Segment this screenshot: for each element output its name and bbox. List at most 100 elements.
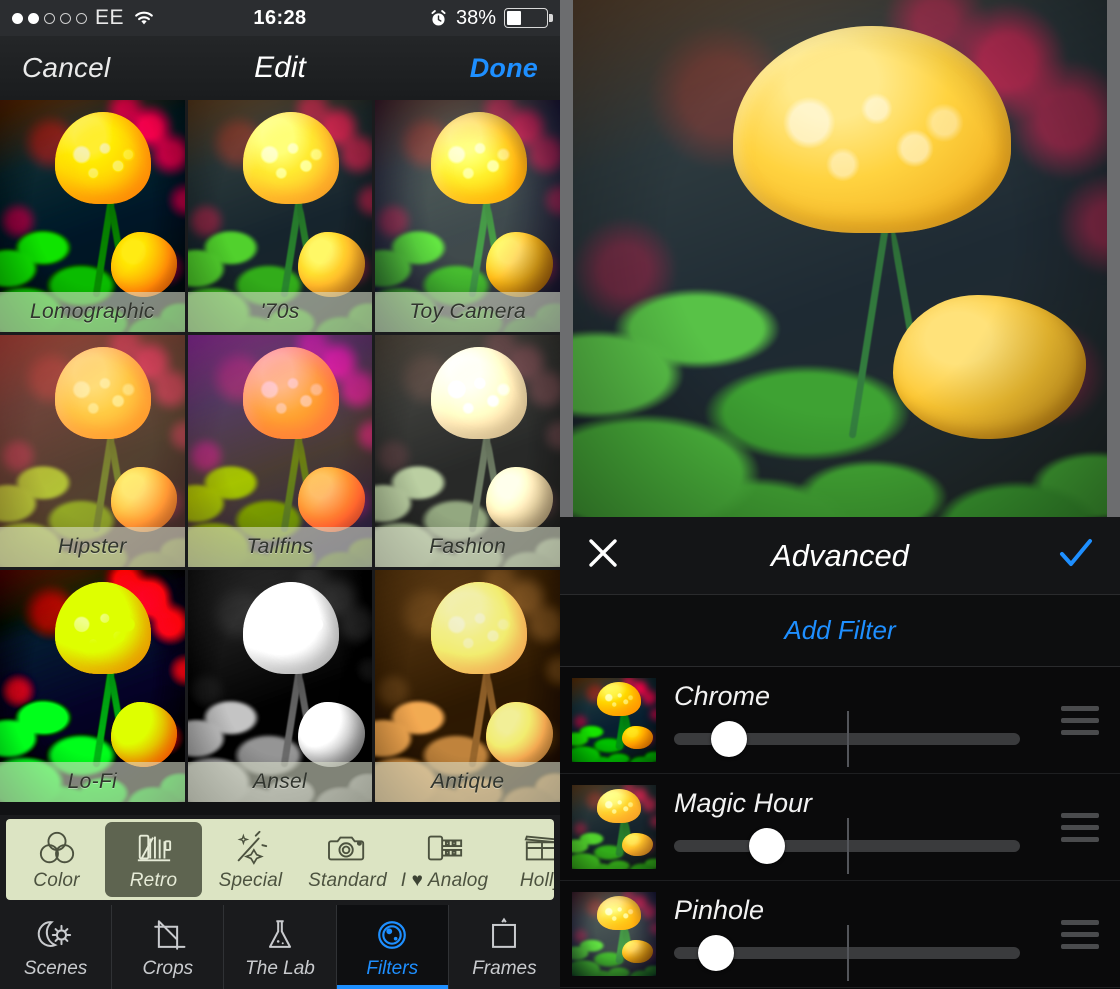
filter-thumbnail-label: Fashion: [375, 527, 560, 567]
cancel-button[interactable]: Cancel: [22, 52, 110, 84]
filter-thumbnail-label: Tailfins: [187, 527, 373, 567]
applied-filter-thumbnail[interactable]: [572, 785, 656, 869]
film-roll-icon: [423, 827, 467, 867]
filter-category-label: Standard: [308, 870, 387, 891]
tab-label: Scenes: [23, 957, 88, 979]
filter-thumbnail[interactable]: Fashion: [375, 335, 560, 567]
filter-category-label: I ♥ Analog: [400, 870, 489, 891]
photo-preview[interactable]: [560, 0, 1120, 517]
filter-category-retro[interactable]: Retro: [105, 822, 202, 897]
left-screen: EE 16:28 38% Cancel Edit Done Lomographi…: [0, 0, 560, 989]
slider-center-tick: [847, 818, 849, 874]
tab-label: Crops: [142, 957, 194, 979]
filter-thumbnail[interactable]: Tailfins: [187, 335, 373, 567]
applied-filter-thumbnail[interactable]: [572, 892, 656, 976]
filter-category-holly[interactable]: Holly: [493, 822, 554, 897]
tab-frames[interactable]: Frames: [449, 905, 560, 989]
filter-thumbnail[interactable]: Toy Camera: [375, 100, 560, 332]
applied-filter-label: Chrome: [674, 681, 771, 711]
filter-thumbnail-label: Ansel: [187, 762, 373, 802]
filter-thumbnail[interactable]: Hipster: [0, 335, 185, 567]
lens-icon: [371, 915, 413, 955]
filter-intensity-slider[interactable]: [674, 818, 1020, 874]
filter-thumbnail-label: Hipster: [0, 527, 185, 567]
edit-nav-bar: Cancel Edit Done: [0, 36, 560, 100]
applied-filter-body: Magic Hour: [656, 774, 1050, 880]
filter-category-color[interactable]: Color: [8, 822, 105, 897]
applied-filter-label: Pinhole: [674, 895, 765, 925]
slider-knob[interactable]: [749, 828, 786, 864]
filter-thumbnail-label: '70s: [187, 292, 373, 332]
filter-category-strip-container: Color Retro Special Standard I ♥ Analog Holly: [0, 815, 560, 905]
filter-thumbnail-label: Lomographic: [0, 292, 185, 332]
filter-intensity-slider[interactable]: [674, 925, 1020, 981]
advanced-panel-header: Advanced: [560, 517, 1120, 595]
filter-thumbnail[interactable]: Ansel: [187, 570, 373, 802]
applied-filter-label: Magic Hour: [674, 788, 813, 818]
magic-wand-icon: [230, 827, 272, 867]
applied-filter-row[interactable]: Chrome: [560, 667, 1120, 774]
filter-category-strip[interactable]: Color Retro Special Standard I ♥ Analog Holly: [6, 819, 554, 900]
applied-filter-row[interactable]: Magic Hour: [560, 774, 1120, 881]
filter-category-i-analog[interactable]: I ♥ Analog: [396, 822, 493, 897]
slider-knob[interactable]: [697, 935, 734, 971]
slider-center-tick: [847, 711, 849, 767]
applied-filter-row[interactable]: Pinhole: [560, 881, 1120, 988]
filter-category-standard[interactable]: Standard: [299, 822, 396, 897]
filter-grid: Lomographic '70s Toy Camera Hipster Tailfins…: [0, 100, 560, 802]
color-circles-icon: [36, 827, 78, 867]
filter-thumbnail-label: Antique: [375, 762, 560, 802]
add-filter-button[interactable]: Add Filter: [560, 595, 1120, 667]
flask-icon: [259, 915, 301, 955]
crop-icon: [147, 915, 189, 955]
advanced-panel-title: Advanced: [771, 537, 909, 573]
filter-thumbnail[interactable]: Lo-Fi: [0, 570, 185, 802]
applied-filter-body: Pinhole: [656, 881, 1050, 987]
status-bar-clock: 16:28: [253, 6, 307, 29]
moon-sun-icon: [35, 915, 77, 955]
applied-filters-list: Chrome Magic Hour Pinhole: [560, 667, 1120, 988]
filter-preview-photo: [572, 892, 656, 976]
reorder-handle-icon[interactable]: [1050, 705, 1110, 735]
applied-filter-body: Chrome: [656, 667, 1050, 773]
filter-category-label: Color: [33, 870, 80, 891]
camera-icon: [326, 827, 370, 867]
filter-preview-photo: [572, 678, 656, 762]
filter-category-label: Holly: [519, 870, 554, 891]
done-button[interactable]: Done: [470, 53, 538, 84]
filter-category-label: Special: [218, 870, 283, 891]
status-bar: EE 16:28 38%: [0, 0, 560, 36]
clapperboard-icon: [520, 827, 554, 867]
bottom-tab-bar: Scenes Crops The Lab Filters Frames: [0, 905, 560, 989]
filter-thumbnail[interactable]: Antique: [375, 570, 560, 802]
app-root: EE 16:28 38% Cancel Edit Done Lomographi…: [0, 0, 1120, 989]
slider-center-tick: [847, 925, 849, 981]
filter-preview-photo: [572, 785, 656, 869]
tab-the-lab[interactable]: The Lab: [224, 905, 337, 989]
filter-thumbnail-label: Lo-Fi: [0, 762, 185, 802]
tab-filters[interactable]: Filters: [336, 905, 449, 989]
filter-thumbnail[interactable]: '70s: [187, 100, 373, 332]
tab-crops[interactable]: Crops: [112, 905, 225, 989]
checkmark-icon[interactable]: [1058, 536, 1094, 575]
right-screen: Advanced Add Filter Chrome Magic Hour Pinh…: [560, 0, 1120, 989]
filter-thumbnail[interactable]: Lomographic: [0, 100, 185, 332]
tab-label: Frames: [472, 957, 537, 979]
yellow-poppy-photo: [573, 0, 1107, 517]
reorder-handle-icon[interactable]: [1050, 919, 1110, 949]
tab-scenes[interactable]: Scenes: [0, 905, 113, 989]
battery-icon: [504, 8, 553, 28]
reorder-handle-icon[interactable]: [1050, 812, 1110, 842]
filter-category-label: Retro: [129, 870, 178, 891]
filter-intensity-slider[interactable]: [674, 711, 1020, 767]
frame-icon: [483, 915, 525, 955]
filter-thumbnail-label: Toy Camera: [375, 292, 560, 332]
filter-category-special[interactable]: Special: [202, 822, 299, 897]
close-x-icon[interactable]: [586, 536, 620, 575]
applied-filter-thumbnail[interactable]: [572, 678, 656, 762]
slider-knob[interactable]: [711, 721, 748, 757]
tab-label: Filters: [366, 957, 419, 979]
retro-film-icon: [133, 827, 175, 867]
preview-frame: [573, 0, 1107, 517]
tab-label: The Lab: [245, 957, 315, 979]
